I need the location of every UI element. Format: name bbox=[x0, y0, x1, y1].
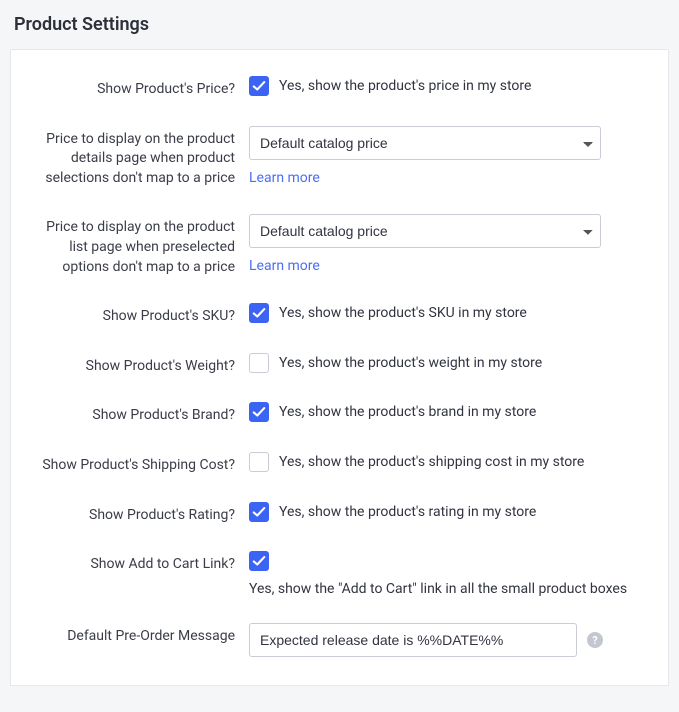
label-detail-price: Price to display on the product details … bbox=[29, 126, 249, 189]
row-show-cart: Show Add to Cart Link? Yes, show the "Ad… bbox=[29, 551, 650, 597]
checkbox-label-show-brand: Yes, show the product's brand in my stor… bbox=[279, 404, 536, 420]
row-show-sku: Show Product's SKU? Yes, show the produc… bbox=[29, 303, 650, 327]
label-show-cart: Show Add to Cart Link? bbox=[29, 551, 249, 575]
row-show-price: Show Product's Price? Yes, show the prod… bbox=[29, 76, 650, 100]
row-show-weight: Show Product's Weight? Yes, show the pro… bbox=[29, 353, 650, 377]
label-list-price: Price to display on the product list pag… bbox=[29, 214, 249, 277]
select-list-price[interactable]: Default catalog price bbox=[249, 214, 601, 248]
check-icon bbox=[252, 405, 266, 419]
input-preorder-message[interactable] bbox=[249, 623, 577, 657]
check-icon bbox=[252, 554, 266, 568]
checkbox-label-show-shipping: Yes, show the product's shipping cost in… bbox=[279, 454, 584, 470]
label-show-weight: Show Product's Weight? bbox=[29, 353, 249, 377]
help-icon[interactable]: ? bbox=[587, 632, 603, 648]
row-show-brand: Show Product's Brand? Yes, show the prod… bbox=[29, 402, 650, 426]
row-detail-price: Price to display on the product details … bbox=[29, 126, 650, 189]
link-learn-more-list[interactable]: Learn more bbox=[249, 258, 320, 274]
checkbox-label-show-cart: Yes, show the "Add to Cart" link in all … bbox=[249, 581, 627, 597]
label-show-rating: Show Product's Rating? bbox=[29, 502, 249, 526]
label-show-price: Show Product's Price? bbox=[29, 76, 249, 100]
checkbox-show-shipping[interactable] bbox=[249, 452, 269, 472]
checkbox-show-cart[interactable] bbox=[249, 551, 269, 571]
checkbox-show-rating[interactable] bbox=[249, 502, 269, 522]
label-show-brand: Show Product's Brand? bbox=[29, 402, 249, 426]
settings-panel: Show Product's Price? Yes, show the prod… bbox=[10, 49, 669, 686]
check-icon bbox=[252, 79, 266, 93]
link-learn-more-detail[interactable]: Learn more bbox=[249, 170, 320, 186]
checkbox-label-show-sku: Yes, show the product's SKU in my store bbox=[279, 305, 527, 321]
checkbox-show-sku[interactable] bbox=[249, 303, 269, 323]
section-title: Product Settings bbox=[14, 14, 669, 35]
check-icon bbox=[252, 505, 266, 519]
row-show-rating: Show Product's Rating? Yes, show the pro… bbox=[29, 502, 650, 526]
check-icon bbox=[252, 306, 266, 320]
row-preorder-message: Default Pre-Order Message ? bbox=[29, 623, 650, 657]
select-detail-price[interactable]: Default catalog price bbox=[249, 126, 601, 160]
checkbox-show-brand[interactable] bbox=[249, 402, 269, 422]
checkbox-label-show-price: Yes, show the product's price in my stor… bbox=[279, 78, 531, 94]
label-show-shipping: Show Product's Shipping Cost? bbox=[29, 452, 249, 476]
checkbox-label-show-rating: Yes, show the product's rating in my sto… bbox=[279, 504, 536, 520]
checkbox-label-show-weight: Yes, show the product's weight in my sto… bbox=[279, 355, 542, 371]
checkbox-show-price[interactable] bbox=[249, 76, 269, 96]
checkbox-show-weight[interactable] bbox=[249, 353, 269, 373]
label-preorder-message: Default Pre-Order Message bbox=[29, 623, 249, 647]
label-show-sku: Show Product's SKU? bbox=[29, 303, 249, 327]
row-list-price: Price to display on the product list pag… bbox=[29, 214, 650, 277]
row-show-shipping: Show Product's Shipping Cost? Yes, show … bbox=[29, 452, 650, 476]
